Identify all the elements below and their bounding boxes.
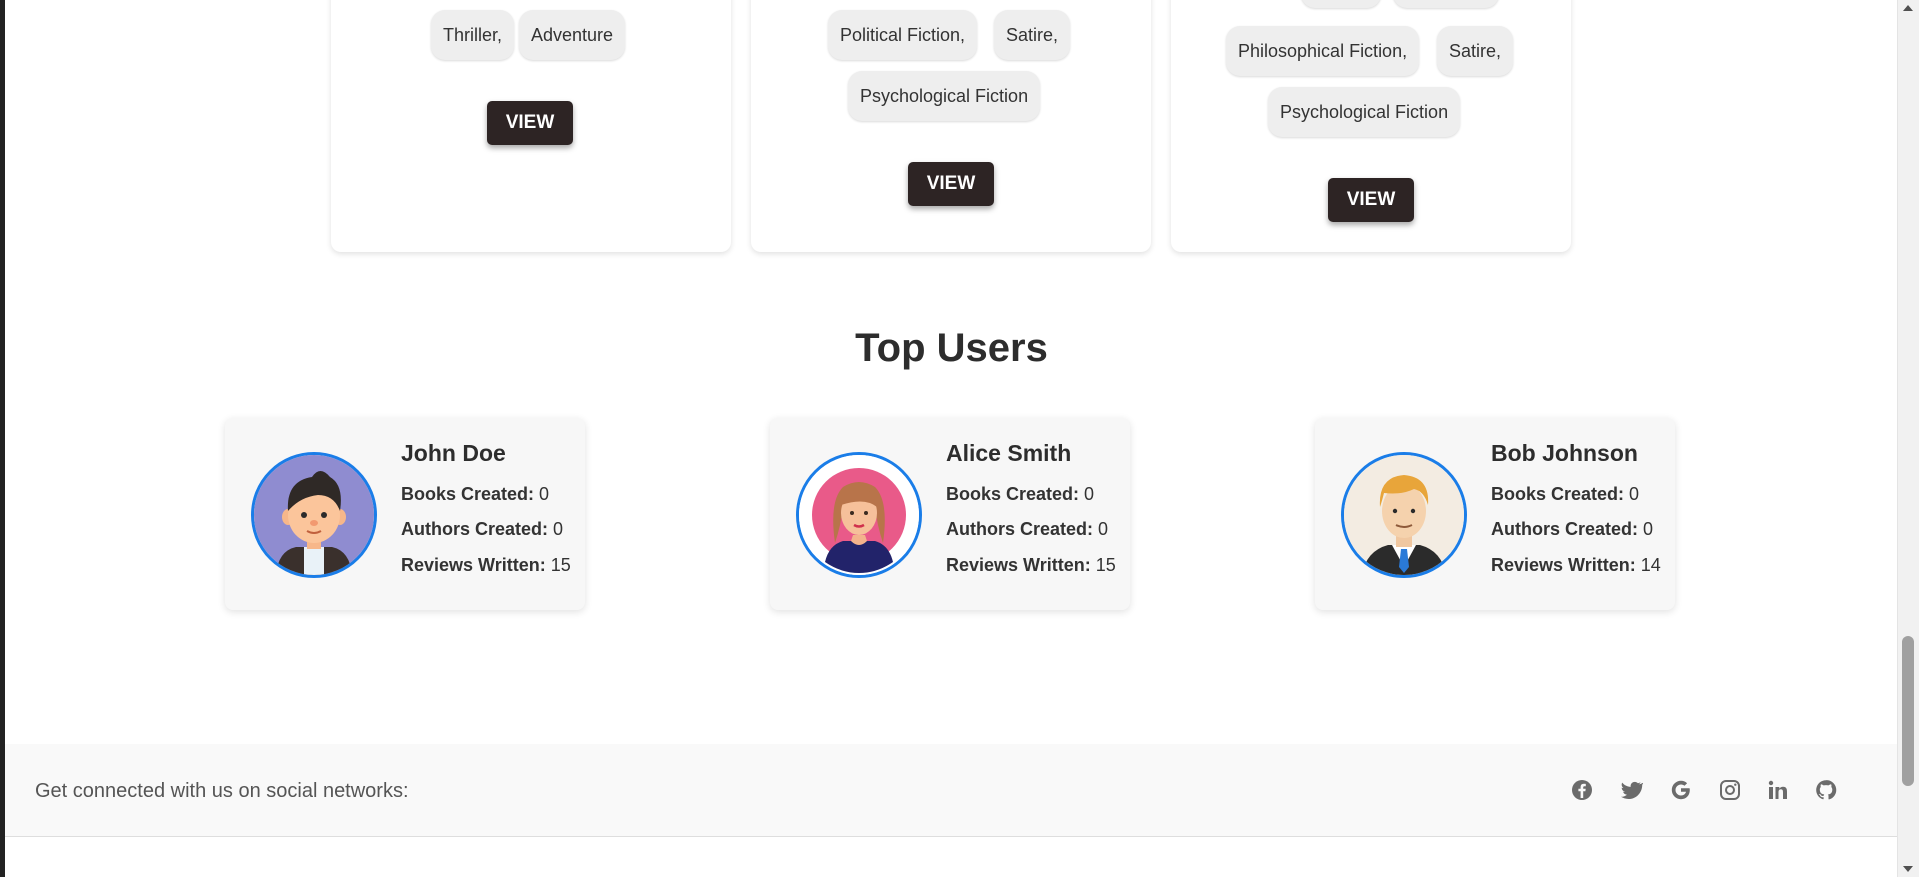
vertical-scrollbar[interactable]: [1897, 0, 1919, 877]
businessman-cartoon-avatar: [1344, 455, 1464, 575]
scroll-down-icon[interactable]: [1903, 866, 1913, 872]
genre-chip-partial: [1393, 0, 1499, 8]
book-card: Philosophical Fiction, Satire, Psycholog…: [1171, 0, 1571, 252]
user-name: Bob Johnson: [1491, 440, 1638, 466]
scrollbar-thumb[interactable]: [1902, 636, 1914, 786]
linkedin-icon[interactable]: [1766, 778, 1790, 802]
male-cartoon-avatar: [254, 455, 374, 575]
instagram-icon[interactable]: [1718, 778, 1742, 802]
view-book-button[interactable]: VIEW: [487, 101, 573, 145]
scroll-up-icon[interactable]: [1903, 5, 1913, 11]
user-avatar: [1341, 452, 1467, 578]
genre-chip: Thriller,: [431, 10, 515, 60]
books-created-stat: Books Created: 0: [401, 484, 550, 504]
footer-social-text: Get connected with us on social networks…: [35, 780, 409, 802]
reviews-written-stat: Reviews Written: 14: [1491, 555, 1661, 575]
genre-chip: Satire,: [1437, 26, 1514, 76]
genre-chip-partial: [1301, 0, 1381, 8]
twitter-icon[interactable]: [1619, 778, 1643, 802]
genre-chip: Psychological Fiction: [848, 71, 1041, 121]
view-book-button[interactable]: VIEW: [1328, 178, 1414, 222]
user-name: Alice Smith: [946, 440, 1072, 466]
genre-chip: Psychological Fiction: [1268, 87, 1461, 137]
authors-created-stat: Authors Created: 0: [1491, 519, 1654, 539]
footer: Get connected with us on social networks…: [5, 744, 1898, 837]
authors-created-stat: Authors Created: 0: [946, 519, 1109, 539]
github-icon[interactable]: [1814, 778, 1838, 802]
books-created-stat: Books Created: 0: [1491, 484, 1640, 504]
authors-created-stat: Authors Created: 0: [401, 519, 564, 539]
user-card: Alice Smith Books Created: 0 Authors Cre…: [770, 418, 1130, 610]
reviews-written-stat: Reviews Written: 15: [946, 555, 1116, 575]
genre-chip: Philosophical Fiction,: [1226, 26, 1420, 76]
user-card: John Doe Books Created: 0 Authors Create…: [225, 418, 585, 610]
genre-chip: Adventure: [519, 10, 626, 60]
book-card: Political Fiction, Satire, Psychological…: [751, 0, 1151, 252]
female-cartoon-avatar: [799, 455, 919, 575]
books-created-stat: Books Created: 0: [946, 484, 1095, 504]
genre-chip: Political Fiction,: [828, 10, 978, 60]
user-name: John Doe: [401, 440, 506, 466]
google-icon[interactable]: [1669, 778, 1693, 802]
user-avatar: [796, 452, 922, 578]
user-card: Bob Johnson Books Created: 0 Authors Cre…: [1315, 418, 1675, 610]
genre-chip: Satire,: [994, 10, 1071, 60]
reviews-written-stat: Reviews Written: 15: [401, 555, 571, 575]
section-title: Top Users: [855, 326, 1048, 370]
user-avatar: [251, 452, 377, 578]
page: Thriller, Adventure VIEW Political Ficti…: [5, 0, 1898, 877]
view-book-button[interactable]: VIEW: [908, 162, 994, 206]
book-card: Thriller, Adventure VIEW: [331, 0, 731, 252]
facebook-icon[interactable]: [1570, 778, 1594, 802]
